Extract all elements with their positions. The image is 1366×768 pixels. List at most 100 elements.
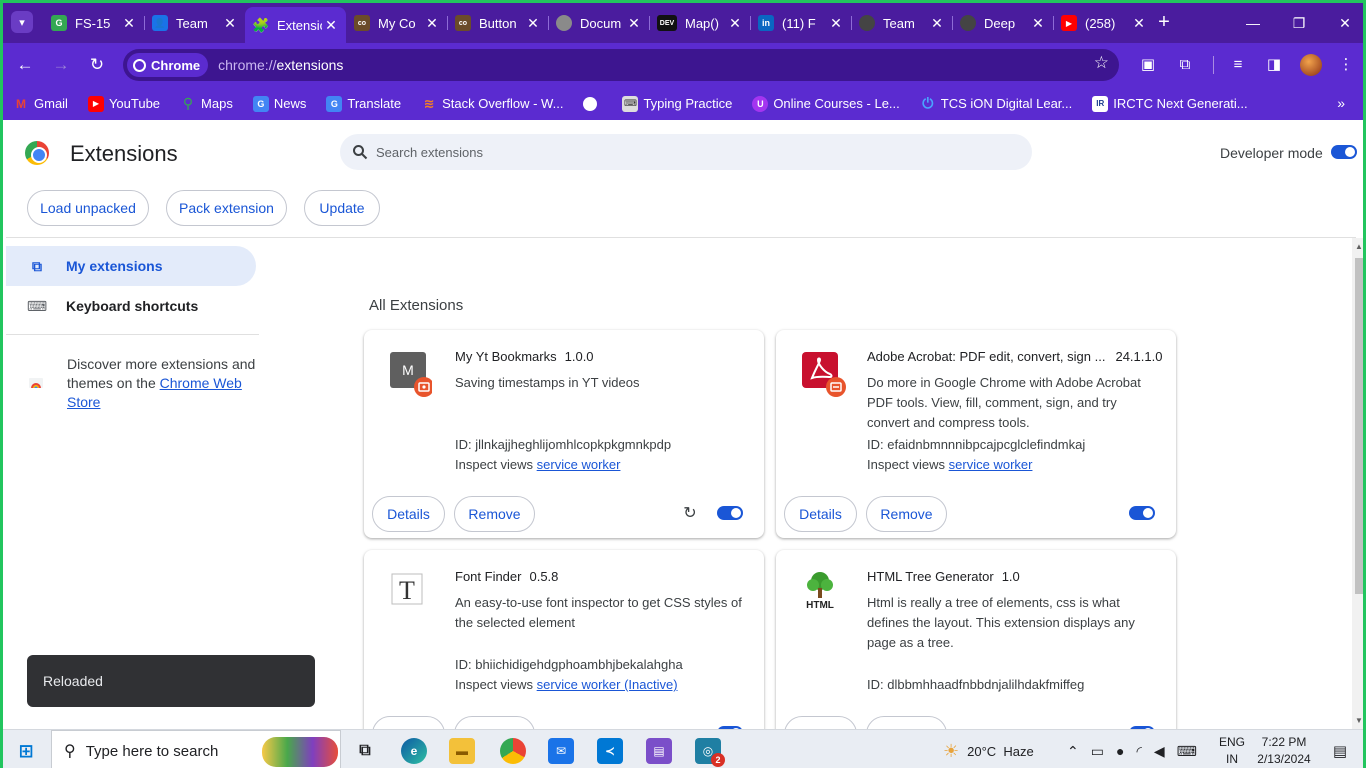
service-worker-link[interactable]: service worker	[949, 457, 1033, 472]
tab-10[interactable]: ▶ (258) ✕	[1053, 7, 1154, 39]
restore-icon[interactable]: ❐	[1286, 11, 1312, 35]
tab-4[interactable]: co Button ✕	[447, 7, 548, 39]
weather-widget[interactable]: ☀ 20°C Haze	[943, 730, 1034, 768]
app-icon[interactable]: ◎ 2	[695, 738, 725, 767]
side-panel-icon[interactable]: ◨	[1264, 55, 1284, 75]
close-icon[interactable]: ✕	[322, 17, 340, 34]
enable-toggle[interactable]	[1129, 506, 1155, 520]
new-tab-button[interactable]: +	[1153, 12, 1175, 34]
file-explorer-icon[interactable]: ▬	[449, 738, 475, 764]
scroll-down-icon[interactable]: ▼	[1355, 716, 1363, 725]
pack-extension-button[interactable]: Pack extension	[166, 190, 287, 226]
notification-center-icon[interactable]: ▤	[1327, 738, 1353, 764]
close-window-icon[interactable]: ✕	[1332, 11, 1358, 35]
language-indicator[interactable]: ENG IN	[1219, 734, 1245, 768]
service-worker-link[interactable]: service worker	[537, 457, 621, 472]
clock[interactable]: 7:22 PM 2/13/2024	[1249, 734, 1319, 768]
close-icon[interactable]: ✕	[726, 15, 744, 32]
tab-1[interactable]: 👤 Team ✕	[144, 7, 245, 39]
developer-mode-toggle[interactable]	[1331, 145, 1357, 159]
forward-arrow-icon[interactable]: →	[49, 53, 73, 77]
details-button[interactable]: Details	[784, 496, 857, 532]
bookmark-tcs-ion[interactable]: ⏻ TCS iON Digital Lear...	[920, 95, 1072, 112]
chrome-taskbar-icon[interactable]	[500, 738, 526, 764]
close-icon[interactable]: ✕	[221, 15, 239, 32]
bookmark-youtube[interactable]: ▶ YouTube	[87, 95, 160, 112]
bookmark-maps[interactable]: ⚲ Maps	[180, 95, 233, 112]
scrollbar-thumb[interactable]	[1355, 258, 1363, 594]
extension-card-adobe-acrobat: Adobe Acrobat: PDF edit, convert, sign .…	[776, 330, 1176, 538]
edge-icon[interactable]: e	[401, 738, 427, 764]
tab-6[interactable]: DEV Map() ✕	[649, 7, 750, 39]
bookmark-star-icon[interactable]: ☆	[1094, 53, 1109, 73]
sidebar-item-my-extensions[interactable]: ⧉ My extensions	[6, 246, 256, 286]
service-worker-link[interactable]: service worker (Inactive)	[537, 677, 678, 692]
more-bookmarks-icon[interactable]: »	[1337, 95, 1345, 111]
remove-button[interactable]: Remove	[454, 496, 535, 532]
bookmark-globe[interactable]	[583, 96, 602, 111]
minimize-icon[interactable]: —	[1240, 11, 1266, 35]
volume-icon[interactable]: ◀	[1154, 743, 1165, 760]
close-icon[interactable]: ✕	[827, 15, 845, 32]
bookmark-stackoverflow[interactable]: ≋ Stack Overflow - W...	[421, 96, 564, 112]
tab-9[interactable]: Deep ✕	[952, 7, 1053, 39]
tab-title: (11) F	[782, 15, 816, 31]
microphone-icon[interactable]: ●	[1116, 743, 1124, 759]
details-button[interactable]: Details	[372, 496, 445, 532]
tab-search-icon[interactable]: ▾	[11, 11, 33, 33]
close-icon[interactable]: ✕	[120, 15, 138, 32]
close-icon[interactable]: ✕	[1130, 15, 1148, 32]
chevron-up-icon[interactable]: ⌃	[1067, 743, 1079, 760]
enable-toggle[interactable]	[717, 506, 743, 520]
close-icon[interactable]: ✕	[1029, 15, 1047, 32]
close-icon[interactable]: ✕	[524, 15, 542, 32]
tab-3[interactable]: co My Co ✕	[346, 7, 447, 39]
mail-icon[interactable]: ✉	[548, 738, 574, 764]
battery-icon[interactable]: ▭	[1091, 743, 1104, 760]
sidebar-item-label: Keyboard shortcuts	[66, 298, 199, 314]
tab-5[interactable]: Docum ✕	[548, 7, 649, 39]
bookmark-gmail[interactable]: M Gmail	[13, 96, 68, 112]
tab-2-active[interactable]: 🧩 Extensions ✕	[245, 7, 346, 43]
update-button[interactable]: Update	[304, 190, 380, 226]
extensions-puzzle-icon[interactable]: ⧉	[1175, 55, 1195, 75]
clipchamp-icon[interactable]: ▤	[646, 738, 672, 764]
back-arrow-icon[interactable]: ←	[13, 53, 37, 77]
tab-0[interactable]: G FS-15 ✕	[43, 7, 144, 39]
media-control-icon[interactable]: ≡	[1228, 55, 1248, 75]
profile-avatar[interactable]	[1300, 54, 1322, 76]
wifi-icon[interactable]: ◜	[1136, 743, 1141, 760]
chrome-icon	[133, 58, 146, 72]
search-extensions-input[interactable]: Search extensions	[340, 134, 1032, 170]
close-icon[interactable]: ✕	[423, 15, 441, 32]
close-icon[interactable]: ✕	[625, 15, 643, 32]
bookmark-typing-practice[interactable]: ⌨ Typing Practice	[622, 95, 732, 112]
system-tray: ⌃ ▭ ● ◜ ◀ ⌨	[1067, 730, 1197, 768]
address-bar[interactable]: Chrome chrome://extensions ☆	[123, 49, 1119, 81]
sidebar-item-keyboard-shortcuts[interactable]: ⌨ Keyboard shortcuts	[6, 286, 256, 326]
site-info-chip[interactable]: Chrome	[127, 53, 209, 77]
reload-extension-icon[interactable]: ↻	[682, 506, 698, 522]
bookmark-translate[interactable]: G Translate	[326, 95, 401, 112]
taskbar-search-box[interactable]: ⚲ Type here to search	[51, 730, 341, 768]
inspect-label: Inspect views	[455, 677, 537, 692]
tab-strip: ▾ G FS-15 ✕ 👤 Team ✕ 🧩 Extensions ✕ co M…	[3, 3, 1363, 43]
remove-button[interactable]: Remove	[866, 496, 947, 532]
keyboard-icon[interactable]: ⌨	[1177, 743, 1197, 760]
close-icon[interactable]: ✕	[928, 15, 946, 32]
tab-7[interactable]: in (11) F ✕	[750, 7, 851, 39]
windows-start-icon[interactable]: ⊞	[13, 738, 39, 764]
page-scrollbar[interactable]: ▲ ▼	[1352, 238, 1363, 729]
task-view-icon[interactable]: ⧉	[352, 738, 378, 764]
load-unpacked-button[interactable]: Load unpacked	[27, 190, 149, 226]
bookmark-udemy[interactable]: U Online Courses - Le...	[752, 95, 900, 112]
reload-icon[interactable]: ↻	[85, 53, 109, 77]
menu-kebab-icon[interactable]: ⋮	[1336, 55, 1356, 75]
extension-app-icon[interactable]: ▣	[1138, 55, 1158, 75]
bookmark-news[interactable]: G News	[252, 95, 306, 112]
vscode-icon[interactable]: ≺	[597, 738, 623, 764]
scroll-up-icon[interactable]: ▲	[1355, 242, 1363, 251]
url-text[interactable]: chrome://extensions	[218, 57, 343, 73]
tab-8[interactable]: Team ✕	[851, 7, 952, 39]
bookmark-irctc[interactable]: IR IRCTC Next Generati...	[1092, 95, 1248, 112]
